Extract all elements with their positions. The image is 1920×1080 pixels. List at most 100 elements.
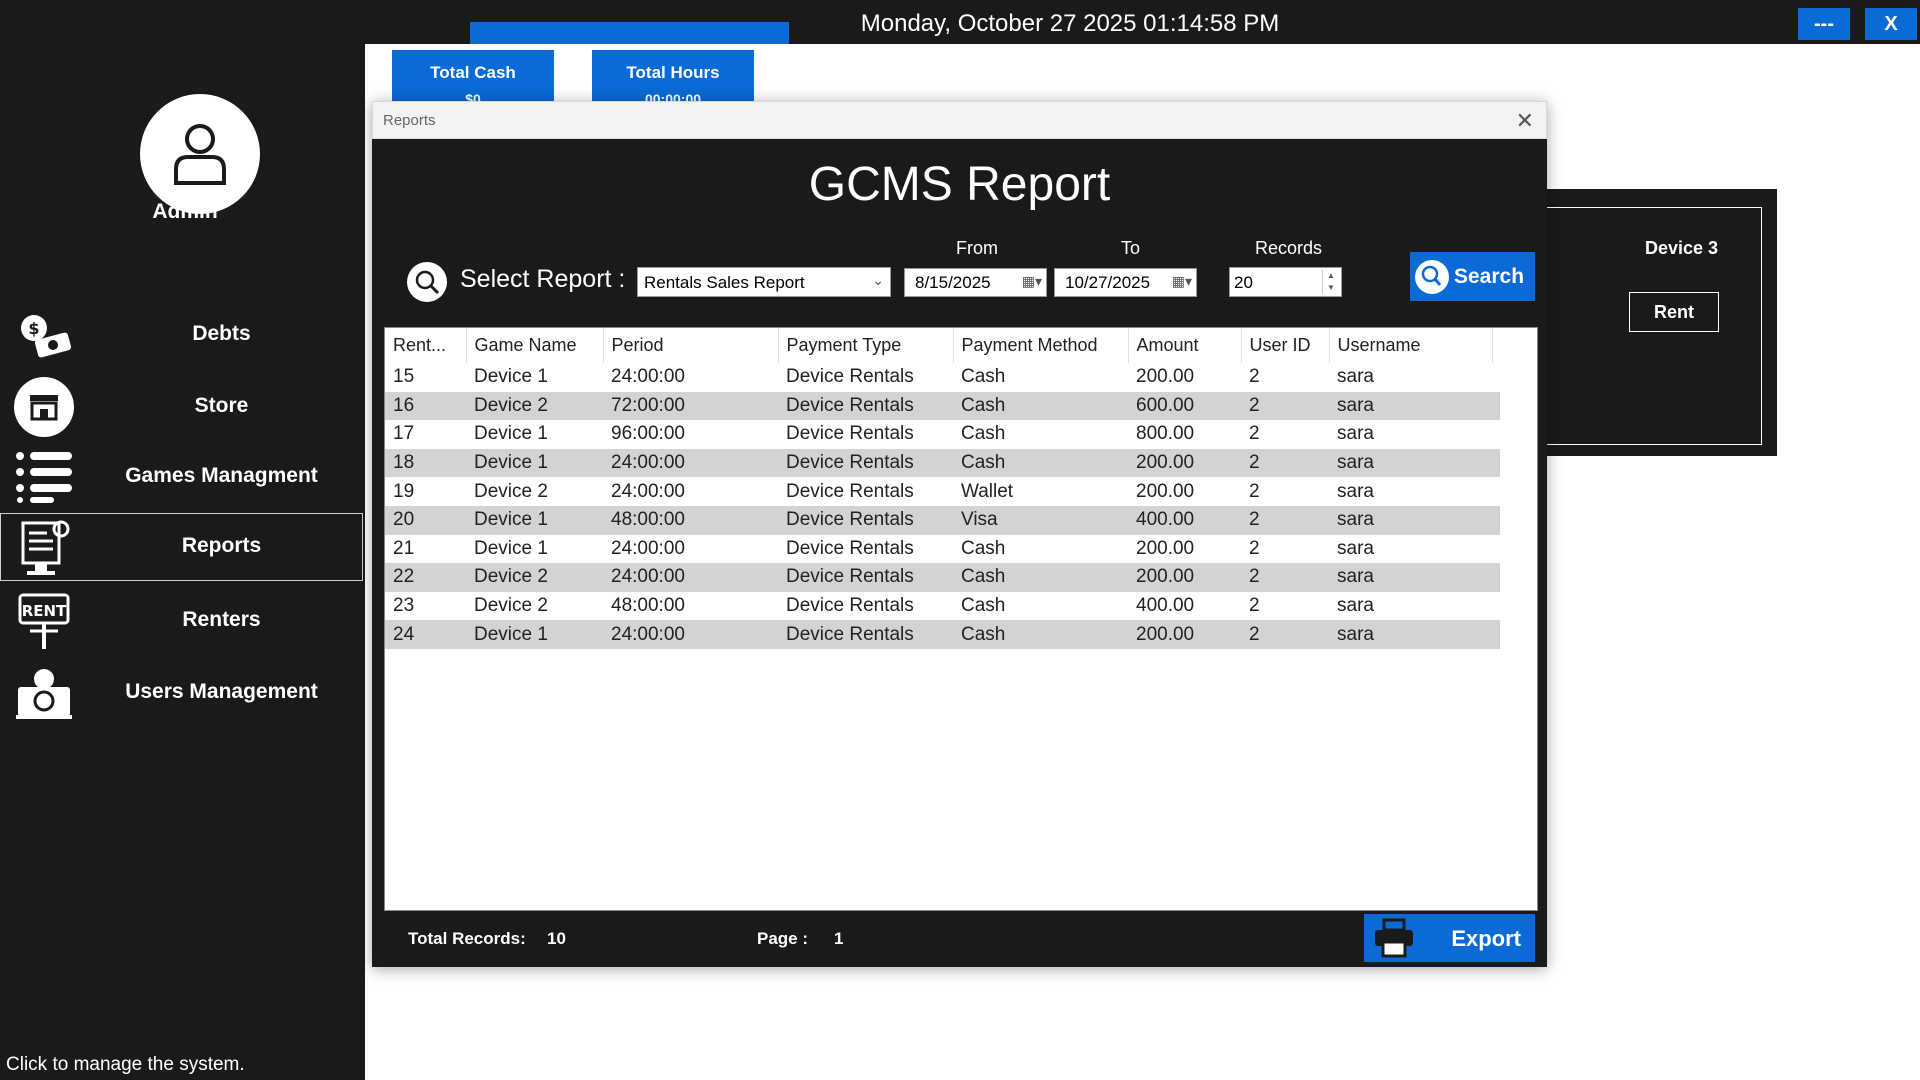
- sidebar-item-store[interactable]: Store: [0, 374, 363, 438]
- table-cell: 200.00: [1136, 366, 1195, 388]
- table-filler-cell: [1492, 592, 1500, 621]
- records-stepper[interactable]: 20 ▲ ▼: [1229, 267, 1342, 297]
- sidebar-item-debts[interactable]: $ Debts: [0, 302, 363, 366]
- total-hours-card: Total Hours 00:00:00: [592, 50, 754, 102]
- store-icon: [14, 377, 74, 437]
- column-header[interactable]: Rent...: [385, 328, 467, 363]
- search-button[interactable]: Search: [1410, 252, 1535, 301]
- table-cell: 15: [393, 366, 415, 388]
- table-cell: 24:00:00: [611, 480, 685, 502]
- export-button[interactable]: Export: [1364, 914, 1535, 962]
- table-cell: Device 1: [474, 423, 548, 445]
- stepper-arrows-icon[interactable]: ▲ ▼: [1322, 270, 1339, 294]
- table-filler-cell: [1492, 563, 1500, 592]
- table-cell: Device 1: [466, 448, 603, 478]
- table-cell: 2: [1241, 563, 1329, 592]
- table-cell: 600.00: [1128, 391, 1241, 421]
- table-row[interactable]: 22 Device 2 24:00:00 Device Rentals Cash 200.…: [385, 563, 1500, 592]
- table-cell: 400.00: [1136, 595, 1195, 617]
- table-row[interactable]: 19 Device 2 24:00:00 Device Rentals Wallet 20…: [385, 477, 1500, 506]
- table-cell: 2: [1249, 480, 1260, 502]
- table-cell: Cash: [953, 391, 1128, 421]
- sidebar-item-renters[interactable]: RENT Renters: [0, 588, 363, 652]
- table-cell: 96:00:00: [611, 423, 685, 445]
- table-filler-cell: [1492, 505, 1500, 535]
- report-title: GCMS Report: [808, 158, 1111, 211]
- calendar-icon[interactable]: ▦▾: [1172, 273, 1192, 290]
- table-cell: 2: [1249, 366, 1260, 388]
- printer-icon: [1372, 918, 1416, 964]
- table-cell: 19: [393, 480, 415, 502]
- column-header[interactable]: Amount: [1128, 328, 1242, 363]
- table-row[interactable]: 15 Device 1 24:00:00 Device Rentals Cash 200.…: [385, 363, 1500, 392]
- table-cell: 24:00:00: [611, 366, 685, 388]
- table-cell: Device Rentals: [778, 563, 953, 592]
- report-type-dropdown[interactable]: Rentals Sales Report ⌄: [637, 267, 891, 297]
- table-row[interactable]: 21 Device 1 24:00:00 Device Rentals Cash 200.…: [385, 535, 1500, 564]
- total-cash-label: Total Cash: [430, 63, 516, 82]
- list-icon: [14, 450, 74, 504]
- sidebar-item-label: Games Managment: [125, 464, 318, 487]
- table-filler-cell: [1492, 391, 1500, 421]
- column-header[interactable]: Game Name: [466, 328, 604, 363]
- to-date-value: 10/27/2025: [1065, 273, 1151, 292]
- table-cell: 2: [1241, 448, 1329, 478]
- search-button-label: Search: [1454, 264, 1525, 288]
- table-cell: 22: [385, 563, 466, 592]
- table-row[interactable]: 23 Device 2 48:00:00 Device Rentals Cash 400.…: [385, 592, 1500, 621]
- table-cell: 200.00: [1128, 448, 1241, 478]
- column-header[interactable]: Payment Type: [778, 328, 954, 363]
- table-cell: Device 2: [466, 391, 603, 421]
- table-filler-cell: [1492, 620, 1500, 649]
- sidebar-item-reports[interactable]: Reports: [0, 513, 363, 581]
- table-filler-cell: [1492, 363, 1500, 392]
- table-row[interactable]: 17 Device 1 96:00:00 Device Rentals Cash 800.…: [385, 420, 1500, 449]
- table-filler-cell: [1492, 477, 1500, 506]
- from-date-picker[interactable]: 8/15/2025 ▦▾: [904, 268, 1047, 297]
- sidebar-item-label: Debts: [192, 322, 251, 345]
- device-card-frame: Device 3 Rent: [1545, 207, 1762, 445]
- sidebar-item-label: Users Management: [125, 680, 318, 703]
- table-cell: 21: [393, 537, 415, 559]
- table-cell: 48:00:00: [603, 505, 778, 535]
- table-cell: 24:00:00: [603, 620, 778, 649]
- table-cell: Device Rentals: [786, 480, 914, 502]
- column-header[interactable]: Username: [1329, 328, 1493, 363]
- table-row[interactable]: 18 Device 1 24:00:00 Device Rentals Cash 200.…: [385, 448, 1500, 478]
- table-cell: sara: [1337, 423, 1374, 445]
- export-button-label: Export: [1451, 926, 1521, 951]
- table-cell: Device 1: [466, 620, 603, 649]
- table-cell: 200.00: [1128, 620, 1241, 649]
- table-cell: Cash: [953, 620, 1128, 649]
- table-cell: sara: [1329, 391, 1492, 421]
- sidebar-item-games-managment[interactable]: Games Managment: [0, 444, 363, 508]
- calendar-icon[interactable]: ▦▾: [1022, 273, 1042, 290]
- table-filler-cell: [1492, 448, 1500, 478]
- minimize-button[interactable]: ---: [1798, 8, 1850, 40]
- column-header[interactable]: Payment Method: [953, 328, 1129, 363]
- table-cell: 48:00:00: [611, 595, 685, 617]
- to-date-picker[interactable]: 10/27/2025 ▦▾: [1054, 268, 1197, 297]
- report-table[interactable]: Rent... Game Name Period Payment Type Pa…: [384, 327, 1538, 911]
- column-header[interactable]: Period: [603, 328, 779, 363]
- table-row[interactable]: 24 Device 1 24:00:00 Device Rentals Cash 200.…: [385, 620, 1500, 649]
- table-cell: 2: [1241, 620, 1329, 649]
- table-cell: 17: [393, 423, 415, 445]
- rent-button[interactable]: Rent: [1629, 292, 1719, 332]
- dialog-close-icon[interactable]: ✕: [1516, 108, 1534, 134]
- table-row[interactable]: 16 Device 2 72:00:00 Device Rentals Cash 600.…: [385, 391, 1500, 421]
- table-cell: 2: [1241, 391, 1329, 421]
- table-cell: sara: [1329, 505, 1492, 535]
- device-name: Device 3: [1645, 238, 1719, 258]
- svg-text:$: $: [28, 319, 39, 338]
- table-cell: sara: [1337, 595, 1374, 617]
- table-cell: 24:00:00: [611, 537, 685, 559]
- table-cell: 24:00:00: [603, 448, 778, 478]
- table-row[interactable]: 20 Device 1 48:00:00 Device Rentals Visa 400.…: [385, 505, 1500, 535]
- from-label: From: [956, 238, 998, 258]
- close-button[interactable]: X: [1865, 8, 1917, 40]
- sidebar-item-users-management[interactable]: Users Management: [0, 660, 363, 724]
- top-accent-bar: [470, 22, 789, 44]
- table-cell: Cash: [953, 563, 1128, 592]
- column-header[interactable]: User ID: [1241, 328, 1330, 363]
